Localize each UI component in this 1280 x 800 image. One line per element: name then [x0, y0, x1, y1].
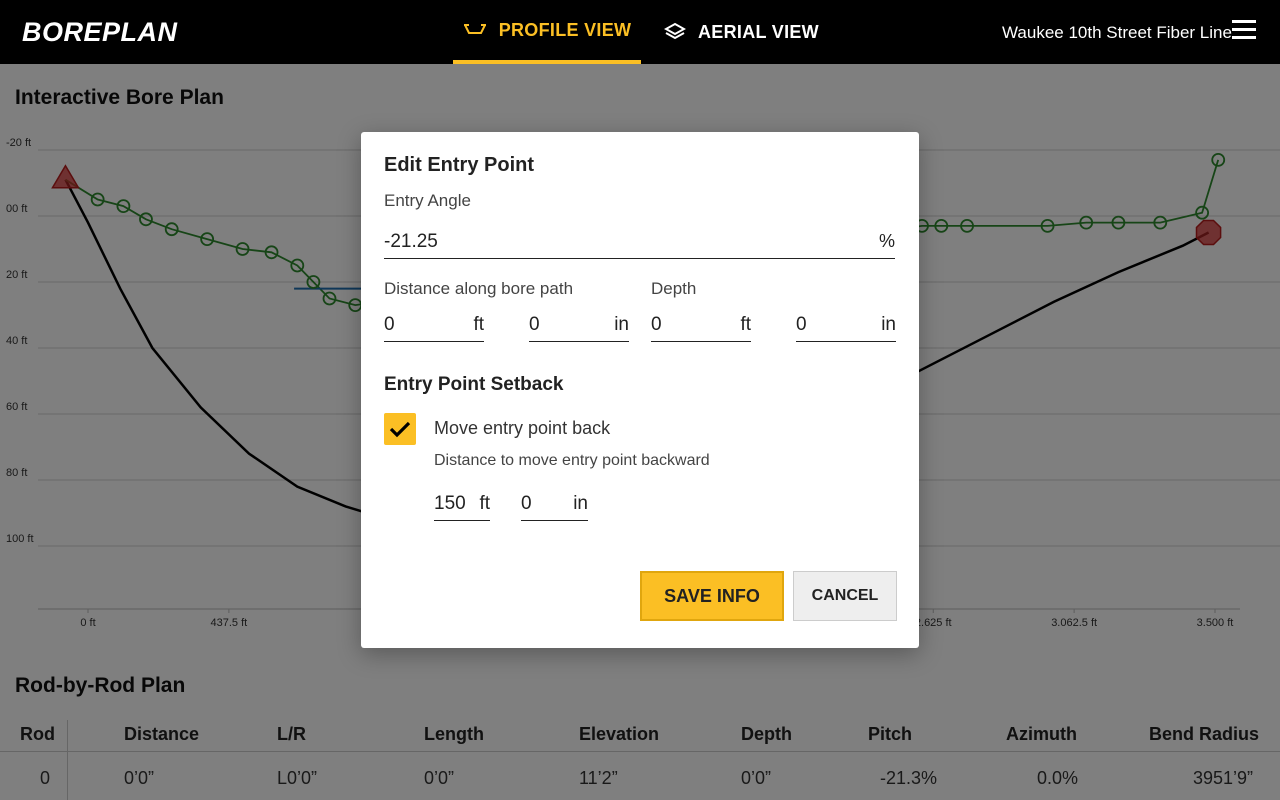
distance-ft-field[interactable]: 0 ft: [384, 310, 484, 342]
distance-ft-value: 0: [384, 314, 395, 335]
move-in-value: 0: [521, 493, 532, 514]
hamburger-menu-icon[interactable]: [1232, 20, 1262, 44]
dialog-title: Edit Entry Point: [384, 154, 534, 176]
app-logo: BOREPLAN: [22, 17, 178, 47]
tab-aerial-label: AERIAL VIEW: [698, 21, 819, 42]
depth-ft-value: 0: [651, 314, 662, 335]
top-bar: BOREPLAN PROFILE VIEW AERIAL VIEW Waukee…: [0, 0, 1280, 64]
distance-in-field[interactable]: 0 in: [529, 310, 629, 342]
depth-in-field[interactable]: 0 in: [796, 310, 896, 342]
move-ft-field[interactable]: 150 ft: [434, 489, 490, 521]
unit-ft-label: ft: [740, 314, 751, 335]
distance-in-value: 0: [529, 314, 540, 335]
checkmark-icon: [389, 421, 411, 438]
setback-section-title: Entry Point Setback: [384, 374, 564, 395]
cancel-button[interactable]: CANCEL: [793, 571, 897, 621]
unit-in-label: in: [614, 314, 629, 335]
move-ft-value: 150: [434, 493, 466, 514]
unit-ft-label: ft: [479, 493, 490, 514]
move-distance-label: Distance to move entry point backward: [434, 452, 710, 469]
unit-ft-label: ft: [473, 314, 484, 335]
depth-label: Depth: [651, 279, 697, 298]
tab-profile-view[interactable]: PROFILE VIEW: [453, 0, 641, 64]
tab-profile-label: PROFILE VIEW: [498, 19, 632, 40]
move-in-field[interactable]: 0 in: [521, 489, 588, 521]
project-title: Waukee 10th Street Fiber Line: [1002, 23, 1232, 42]
depth-ft-field[interactable]: 0 ft: [651, 310, 751, 342]
entry-angle-label: Entry Angle: [384, 191, 471, 210]
unit-in-label: in: [881, 314, 896, 335]
edit-entry-point-dialog: Edit Entry Point Entry Angle -21.25 % Di…: [361, 132, 919, 648]
tab-aerial-view[interactable]: AERIAL VIEW: [664, 0, 819, 64]
distance-along-bore-label: Distance along bore path: [384, 279, 574, 298]
entry-angle-unit: %: [878, 231, 895, 251]
layers-icon: [664, 22, 686, 40]
entry-angle-value: -21.25: [384, 231, 438, 252]
entry-angle-field[interactable]: -21.25 %: [384, 227, 895, 259]
bore-path-icon: [463, 24, 486, 34]
unit-in-label: in: [573, 493, 588, 514]
save-info-button[interactable]: SAVE INFO: [640, 571, 784, 621]
move-entry-back-label: Move entry point back: [434, 418, 611, 438]
depth-in-value: 0: [796, 314, 807, 335]
move-entry-back-checkbox[interactable]: [384, 413, 416, 445]
